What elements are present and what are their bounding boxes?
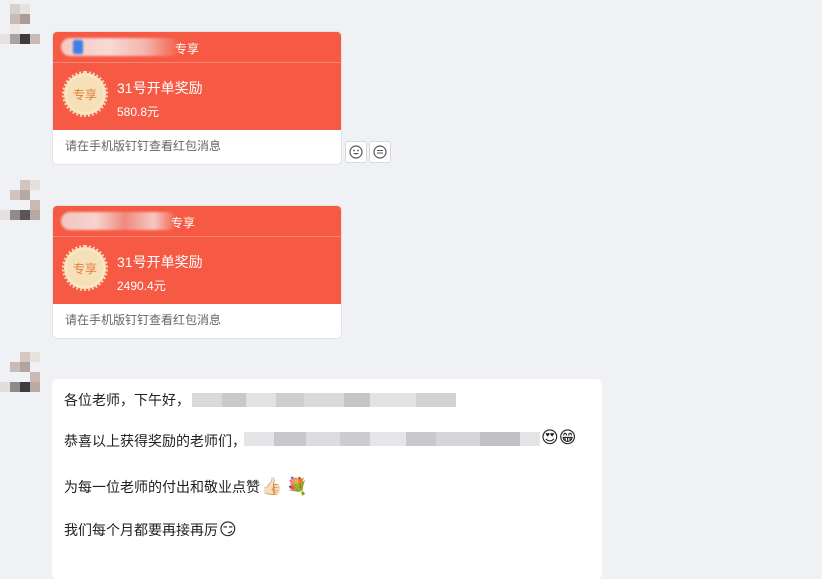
exclusive-badge-icon: 专享 [62,245,108,291]
badge-label: 专享 [72,261,97,276]
packet-title: 31号开单奖励 [117,80,203,96]
exclusive-label: 专享 [175,42,200,56]
smiley-icon[interactable] [345,141,367,163]
packet-footer-note: 请在手机版钉钉查看红包消息 [65,313,222,327]
packet-amount: 2490.4元 [117,279,166,293]
heart-eyes-grin-emoji: 😍😁 [541,428,577,447]
smirk-emoji: 😏 [219,520,237,539]
sender-name-blurred [61,38,181,56]
thumbs-up-flower-emoji: 👍🏻 💐 [261,477,309,496]
avatar-3[interactable] [0,350,40,396]
sender-name-blurred [61,212,177,230]
packet-amount: 580.8元 [117,105,160,119]
redacted-text [192,393,456,407]
packet-footer-note: 请在手机版钉钉查看红包消息 [65,139,222,153]
badge-label: 专享 [72,87,97,102]
message-line-congrats: 恭喜以上获得奖励的老师们， [64,433,246,449]
avatar-1[interactable] [0,0,40,46]
message-line-praise: 为每一位老师的付出和敬业点赞👍🏻 💐 [64,477,309,496]
avatar-2[interactable] [0,178,40,224]
card-header: 专享 [53,206,341,237]
exclusive-label: 专享 [171,216,196,230]
red-packet-card[interactable]: 专享 专享 31号开单奖励 2490.4元 请在手机版钉钉查看红包消息 [52,205,342,339]
redacted-text [244,432,540,446]
message-line-greeting: 各位老师，下午好， [64,392,190,408]
message-line-encourage: 我们每个月都要再接再厉😏 [64,520,237,539]
card-header: 专享 [53,32,341,63]
exclusive-badge-icon: 专享 [62,71,108,117]
packet-title: 31号开单奖励 [117,254,203,270]
comment-icon[interactable] [369,141,391,163]
text-message-bubble[interactable]: 各位老师，下午好， 恭喜以上获得奖励的老师们， 😍😁 为每一位老师的付出和敬业点… [52,379,602,579]
red-packet-card[interactable]: 专享 专享 31号开单奖励 580.8元 请在手机版钉钉查看红包消息 [52,31,342,165]
